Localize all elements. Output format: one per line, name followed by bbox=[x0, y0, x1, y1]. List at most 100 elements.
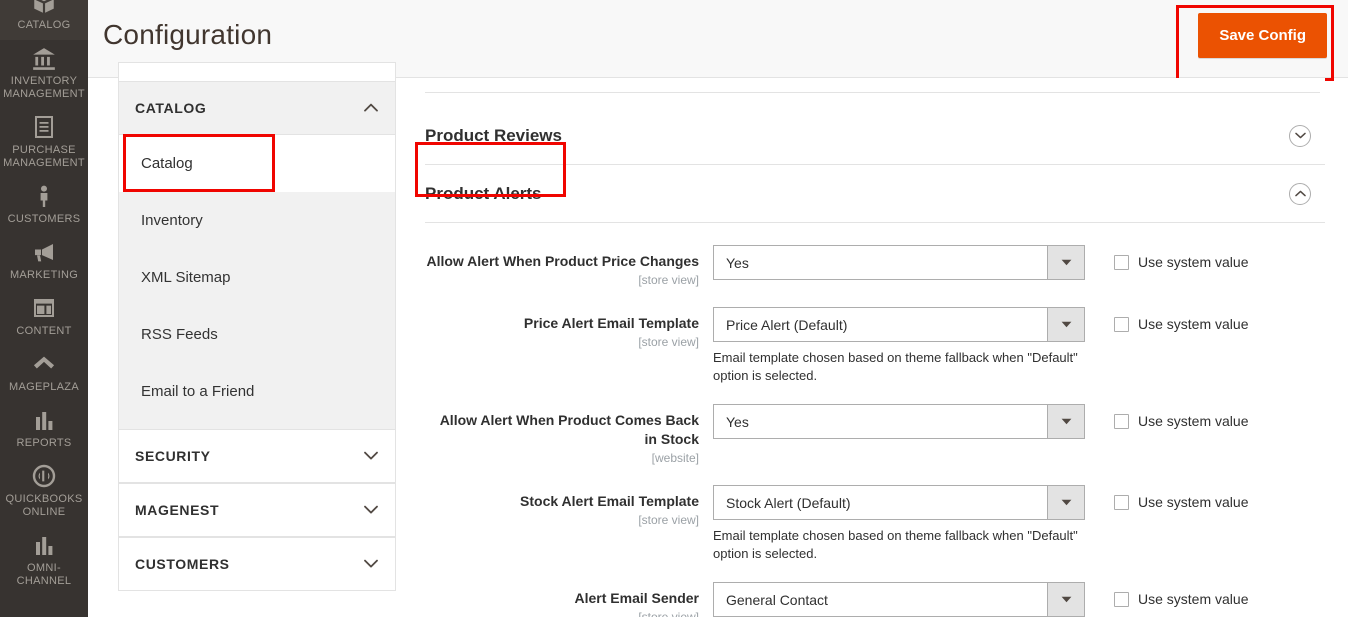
field-label-text: Allow Alert When Product Price Changes bbox=[425, 252, 699, 271]
sidebar-item-label: MARKETING bbox=[2, 269, 86, 282]
config-section-customers[interactable]: CUSTOMERS bbox=[118, 537, 396, 591]
select-stock-alert-email-template[interactable]: Stock Alert (Default) bbox=[713, 485, 1085, 520]
main-content: Product Reviews Product Alerts Allow Ale… bbox=[425, 78, 1325, 617]
select-value: Yes bbox=[714, 255, 1047, 271]
chevron-down-icon bbox=[364, 501, 378, 519]
config-menu-partial-section-above[interactable] bbox=[118, 62, 396, 81]
field-scope-label: [store view] bbox=[425, 272, 699, 288]
chevron-down-icon[interactable] bbox=[1047, 405, 1084, 438]
chevron-down-icon[interactable] bbox=[1047, 486, 1084, 519]
select-value: General Contact bbox=[714, 592, 1047, 608]
use-system-value-toggle[interactable]: Use system value bbox=[1087, 404, 1248, 429]
admin-configuration-screen: CATALOG INVENTORY MANAGEMENT PURCHASE MANA… bbox=[0, 0, 1348, 617]
field-label: Allow Alert When Product Price Changes[s… bbox=[425, 245, 713, 288]
select-value: Yes bbox=[714, 414, 1047, 430]
field-control: Stock Alert (Default)Email template chos… bbox=[713, 485, 1087, 563]
use-system-value-toggle[interactable]: Use system value bbox=[1087, 485, 1248, 510]
config-menu-item-email-to-a-friend[interactable]: Email to a Friend bbox=[119, 363, 395, 420]
field-control: Yes bbox=[713, 245, 1087, 280]
field-row: Stock Alert Email Template[store view]St… bbox=[425, 485, 1325, 563]
quickbooks-circle-icon bbox=[2, 464, 86, 490]
select-alert-email-sender[interactable]: General Contact bbox=[713, 582, 1085, 617]
save-config-button[interactable]: Save Config bbox=[1198, 13, 1327, 58]
sidebar-item-content[interactable]: CONTENT bbox=[0, 290, 88, 346]
use-system-value-checkbox[interactable] bbox=[1114, 495, 1129, 510]
bar-chart-icon bbox=[2, 533, 86, 559]
sidebar-item-label: INVENTORY MANAGEMENT bbox=[2, 75, 86, 101]
config-section-catalog[interactable]: CATALOG bbox=[118, 81, 396, 135]
use-system-value-label: Use system value bbox=[1138, 494, 1248, 510]
use-system-value-checkbox[interactable] bbox=[1114, 317, 1129, 332]
layout-icon bbox=[2, 296, 86, 322]
sidebar-item-label: PURCHASE MANAGEMENT bbox=[2, 144, 86, 170]
field-note: Email template chosen based on theme fal… bbox=[713, 349, 1085, 385]
section-header-product-alerts[interactable]: Product Alerts bbox=[425, 165, 1325, 223]
select-allow-alert-when-product-price-changes[interactable]: Yes bbox=[713, 245, 1085, 280]
sidebar-item-label: CATALOG bbox=[2, 19, 86, 32]
config-menu-item-rss-feeds[interactable]: RSS Feeds bbox=[119, 306, 395, 363]
chevron-down-icon[interactable] bbox=[1047, 583, 1084, 616]
chevron-down-icon[interactable] bbox=[1047, 308, 1084, 341]
sidebar-item-quickbooks-online[interactable]: QUICKBOOKS ONLINE bbox=[0, 458, 88, 527]
config-section-title: MAGENEST bbox=[135, 502, 219, 518]
field-control: General Contact bbox=[713, 582, 1087, 617]
sidebar-item-purchase-management[interactable]: PURCHASE MANAGEMENT bbox=[0, 109, 88, 178]
field-label-text: Alert Email Sender bbox=[425, 589, 699, 608]
config-menu-item-catalog[interactable]: Catalog bbox=[119, 135, 395, 192]
field-row: Allow Alert When Product Price Changes[s… bbox=[425, 245, 1325, 288]
config-section-title: CUSTOMERS bbox=[135, 556, 230, 572]
config-section-magenest[interactable]: MAGENEST bbox=[118, 483, 396, 537]
admin-sidebar: CATALOG INVENTORY MANAGEMENT PURCHASE MANA… bbox=[0, 0, 88, 617]
chevron-down-icon[interactable] bbox=[1047, 246, 1084, 279]
config-section-title: SECURITY bbox=[135, 448, 211, 464]
sidebar-item-label: CONTENT bbox=[2, 325, 86, 338]
sidebar-item-label: OMNI-CHANNEL bbox=[2, 562, 86, 588]
sidebar-item-omni-channel[interactable]: OMNI-CHANNEL bbox=[0, 527, 88, 596]
select-allow-alert-when-product-comes-back-in-stock[interactable]: Yes bbox=[713, 404, 1085, 439]
chevron-up-circle-icon bbox=[1289, 183, 1311, 205]
sidebar-item-mageplaza[interactable]: MAGEPLAZA bbox=[0, 346, 88, 402]
field-label-text: Stock Alert Email Template bbox=[425, 492, 699, 511]
field-scope-label: [store view] bbox=[425, 512, 699, 528]
use-system-value-toggle[interactable]: Use system value bbox=[1087, 307, 1248, 332]
bank-icon bbox=[2, 46, 86, 72]
sidebar-item-marketing[interactable]: MARKETING bbox=[0, 234, 88, 290]
field-row: Price Alert Email Template[store view]Pr… bbox=[425, 307, 1325, 385]
field-label: Stock Alert Email Template[store view] bbox=[425, 485, 713, 528]
use-system-value-checkbox[interactable] bbox=[1114, 414, 1129, 429]
product-alerts-form: Allow Alert When Product Price Changes[s… bbox=[425, 223, 1325, 617]
document-lines-icon bbox=[2, 115, 86, 141]
section-title-product-alerts: Product Alerts bbox=[425, 184, 542, 204]
sidebar-item-customers[interactable]: CUSTOMERS bbox=[0, 178, 88, 234]
sidebar-item-label: QUICKBOOKS ONLINE bbox=[2, 493, 86, 519]
use-system-value-label: Use system value bbox=[1138, 591, 1248, 607]
field-control: Yes bbox=[713, 404, 1087, 439]
use-system-value-label: Use system value bbox=[1138, 413, 1248, 429]
use-system-value-toggle[interactable]: Use system value bbox=[1087, 245, 1248, 270]
field-label: Alert Email Sender[store view] bbox=[425, 582, 713, 617]
section-header-product-reviews[interactable]: Product Reviews bbox=[425, 107, 1325, 165]
config-menu-item-inventory[interactable]: Inventory bbox=[119, 192, 395, 249]
chevron-up-icon bbox=[364, 99, 378, 117]
sidebar-item-reports[interactable]: REPORTS bbox=[0, 402, 88, 458]
use-system-value-toggle[interactable]: Use system value bbox=[1087, 582, 1248, 607]
field-label-text: Allow Alert When Product Comes Back in S… bbox=[425, 411, 699, 449]
field-scope-label: [store view] bbox=[425, 609, 699, 617]
field-row: Allow Alert When Product Comes Back in S… bbox=[425, 404, 1325, 466]
sidebar-item-inventory-management[interactable]: INVENTORY MANAGEMENT bbox=[0, 40, 88, 109]
configuration-menu: CATALOGCatalogInventoryXML SitemapRSS Fe… bbox=[118, 62, 396, 591]
field-scope-label: [website] bbox=[425, 450, 699, 466]
select-price-alert-email-template[interactable]: Price Alert (Default) bbox=[713, 307, 1085, 342]
config-section-security[interactable]: SECURITY bbox=[118, 429, 396, 483]
sidebar-item-label: REPORTS bbox=[2, 437, 86, 450]
sidebar-item-label: MAGEPLAZA bbox=[2, 381, 86, 394]
field-label: Allow Alert When Product Comes Back in S… bbox=[425, 404, 713, 466]
use-system-value-checkbox[interactable] bbox=[1114, 592, 1129, 607]
use-system-value-checkbox[interactable] bbox=[1114, 255, 1129, 270]
field-scope-label: [store view] bbox=[425, 334, 699, 350]
person-icon bbox=[2, 184, 86, 210]
chevron-down-icon bbox=[364, 447, 378, 465]
sidebar-item-catalog[interactable]: CATALOG bbox=[0, 0, 88, 40]
field-label: Price Alert Email Template[store view] bbox=[425, 307, 713, 350]
config-menu-item-xml-sitemap[interactable]: XML Sitemap bbox=[119, 249, 395, 306]
